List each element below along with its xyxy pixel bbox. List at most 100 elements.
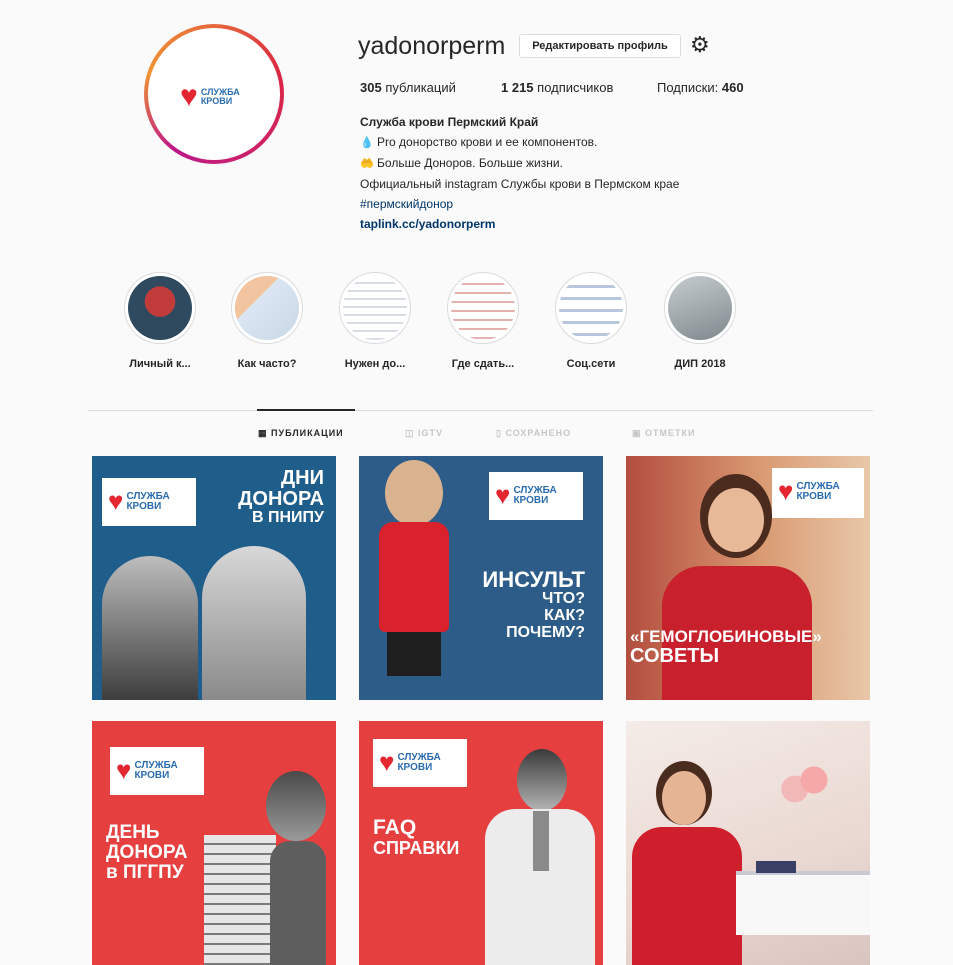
heart-icon: ♥ [116,755,132,785]
logo-line2: КРОВИ [126,500,162,512]
grid-icon: ▦ [258,428,268,438]
heart-hands-icon: 🤲 [360,158,374,170]
post-caption-line: В ПНИПУ [251,509,324,526]
equipment [756,861,796,873]
post-caption-line: ДЕНЬ [106,822,160,843]
highlight-label: Как часто? [237,358,297,370]
post-caption-line: ПОЧЕМУ? [506,623,585,641]
post-caption-line: СОВЕТЫ [630,644,720,667]
highlight-cover [231,272,303,344]
highlight-item[interactable]: Как часто? [212,272,322,370]
post-caption: ДЕНЬ ДОНОРА в ПГГПУ [106,823,188,883]
tab-posts[interactable]: ▦ ПУБЛИКАЦИИ [258,428,344,439]
followers-count: 1 215 [501,80,534,95]
bio-line-1-text: Pro донорство крови и ее компонентов. [377,135,598,149]
logo-line2: КРОВИ [513,494,549,506]
heart-icon: ♥ [108,486,124,516]
highlight-item[interactable]: Личный к... [105,272,215,370]
bio-line-3: Официальный instagram Службы крови в Пер… [360,177,680,191]
post-caption-line: в ПГГПУ [106,861,184,883]
person-photo [485,749,595,965]
tabs-divider [88,410,873,411]
profile-avatar[interactable]: ♥ СЛУЖБА КРОВИ [144,24,284,164]
post-caption-line: ДОНОРА [238,488,324,510]
avatar-image: ♥ СЛУЖБА КРОВИ [148,28,280,160]
bio-hashtag[interactable]: #пермскийдонор [360,194,790,214]
post-caption-line: ЧТО? [542,590,585,608]
decor-tree [766,735,862,825]
logo-line2: КРОВИ [200,96,233,106]
logo-line2: КРОВИ [134,769,170,781]
bio-line-1: 💧 Pro донорство крови и ее компонентов. [360,132,790,153]
instagram-profile-page: ♥ СЛУЖБА КРОВИ yadonorperm Редактировать… [0,0,953,965]
tab-saved[interactable]: ▯ СОХРАНЕНО [496,428,571,439]
post-tile[interactable]: ♥ СЛУЖБА КРОВИ ДНИ ДОНОРА В ПНИПУ [92,456,336,700]
person-photo [102,556,198,700]
logo-line2: КРОВИ [397,761,433,773]
post-tile[interactable]: ♥ СЛУЖБА КРОВИ ИНСУЛЬТ ЧТО? КАК? ПОЧЕМУ? [359,456,603,700]
post-caption: «ГЕМОГЛОБИНОВЫЕ» СОВЕТЫ [630,628,822,667]
highlight-label: Где сдать... [451,358,515,370]
highlight-item[interactable]: Соц.сети [536,272,646,370]
highlight-cover [555,272,627,344]
post-logo: ♥ СЛУЖБА КРОВИ [489,472,583,520]
brand-logo: ♥ СЛУЖБА КРОВИ [180,80,240,114]
post-caption-line: ИНСУЛЬТ [482,567,585,592]
post-logo: ♥ СЛУЖБА КРОВИ [373,739,467,787]
highlight-label: Соц.сети [566,358,616,370]
bio-website-link[interactable]: taplink.cc/yadonorperm [360,214,790,234]
tab-posts-label: ПУБЛИКАЦИИ [271,428,344,438]
profile-bio: Служба крови Пермский Край 💧 Pro донорст… [360,112,790,234]
person-photo [200,771,336,965]
posts-count: 305 [360,80,382,95]
tab-saved-label: СОХРАНЕНО [505,428,572,438]
post-caption-line: «ГЕМОГЛОБИНОВЫЕ» [630,627,822,646]
highlight-cover [447,272,519,344]
person-photo [202,546,306,700]
post-caption-line: СПРАВКИ [373,838,460,859]
heart-icon: ♥ [495,480,511,510]
highlight-item[interactable]: Где сдать... [428,272,538,370]
tag-icon: ▣ [632,428,642,438]
tab-tagged-label: ОТМЕТКИ [645,428,696,438]
post-caption-line: ДНИ [280,467,324,489]
highlight-item[interactable]: ДИП 2018 [645,272,755,370]
bookmark-icon: ▯ [496,428,502,438]
following-count: 460 [721,80,744,95]
tab-tagged[interactable]: ▣ ОТМЕТКИ [632,428,696,439]
username: yadonorperm [358,32,506,60]
post-tile[interactable] [626,721,870,965]
posts-label: публикаций [381,80,456,95]
drop-icon: 💧 [360,137,374,149]
following-stat[interactable]: Подписки: 460 [657,80,744,95]
highlight-label: Нужен до... [344,358,406,370]
post-caption-line: КАК? [544,606,585,624]
active-tab-indicator [257,409,355,411]
tv-icon: ◫ [405,428,415,438]
gear-icon[interactable]: ⚙ [690,34,710,56]
tab-igtv[interactable]: ◫ IGTV [405,428,443,439]
heart-icon: ♥ [379,747,395,777]
highlight-item[interactable]: Нужен до... [320,272,430,370]
heart-icon: ♥ [180,80,198,113]
followers-stat[interactable]: 1 215 подписчиков [501,80,613,95]
profile-full-name: Служба крови Пермский Край [360,115,539,129]
post-tile[interactable]: ♥ СЛУЖБА КРОВИ «ГЕМОГЛОБИНОВЫЕ» СОВЕТЫ [626,456,870,700]
posts-stat: 305 публикаций [360,80,456,95]
tab-igtv-label: IGTV [418,428,444,438]
post-tile[interactable]: ♥ СЛУЖБА КРОВИ FAQ СПРАВКИ [359,721,603,965]
followers-label: подписчиков [533,80,614,95]
table [736,871,870,935]
highlight-label: ДИП 2018 [674,358,726,370]
edit-profile-button[interactable]: Редактировать профиль [519,34,681,58]
post-caption-line: ДОНОРА [106,841,188,863]
post-caption: ДНИ ДОНОРА В ПНИПУ [238,468,324,527]
post-logo: ♥ СЛУЖБА КРОВИ [110,747,204,795]
following-label: Подписки: [657,80,722,95]
highlight-cover [339,272,411,344]
highlight-cover [664,272,736,344]
post-tile[interactable]: ♥ СЛУЖБА КРОВИ ДЕНЬ ДОНОРА в ПГГПУ [92,721,336,965]
person-photo [373,456,455,676]
highlight-cover [124,272,196,344]
post-caption: FAQ СПРАВКИ [373,816,460,859]
